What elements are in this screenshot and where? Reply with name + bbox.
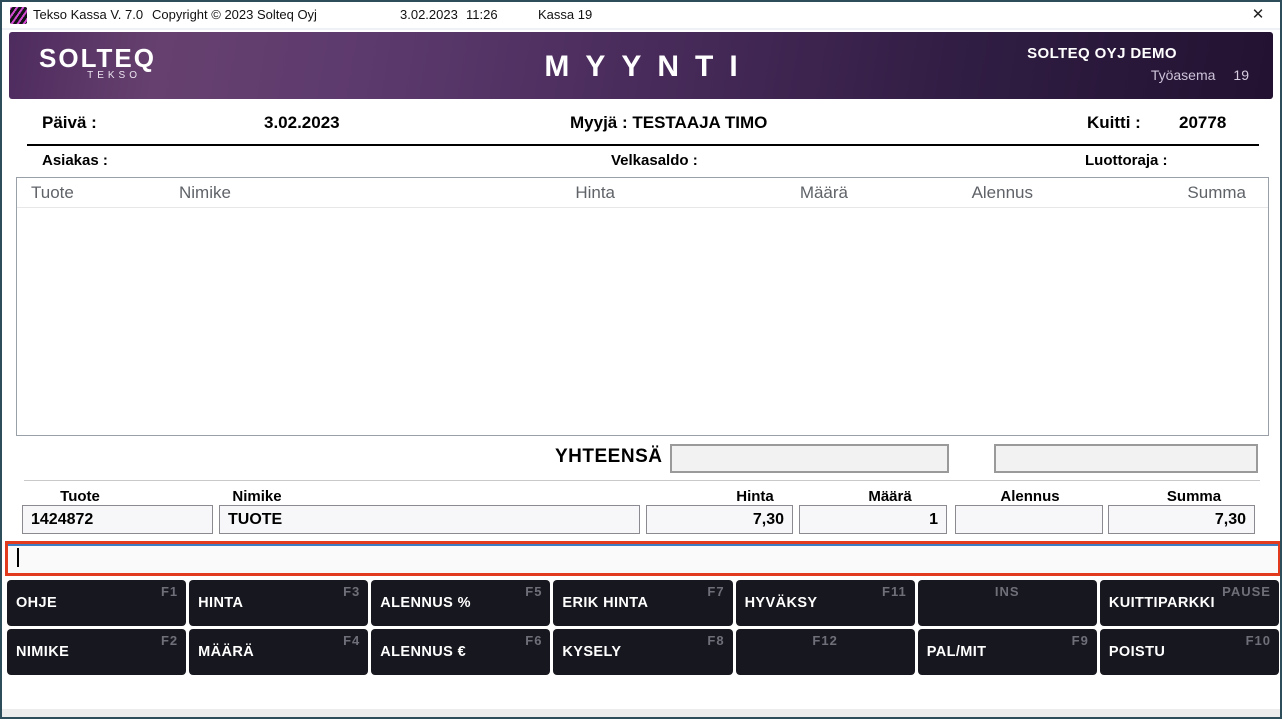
discount-field[interactable] <box>955 505 1103 534</box>
fkey-shortcut: F10 <box>1246 633 1271 648</box>
fkey-label: HINTA <box>198 595 243 611</box>
fkey-shortcut: F12 <box>812 633 837 648</box>
workstation-value: 19 <box>1233 67 1249 83</box>
fkey-maara[interactable]: MÄÄRÄ F4 <box>189 629 368 675</box>
fkey-shortcut: PAUSE <box>1222 584 1271 599</box>
table-header-divider <box>17 207 1268 208</box>
entry-label-maara: Määrä <box>868 488 911 505</box>
entry-label-nimike: Nimike <box>232 488 281 505</box>
date-value: 3.02.2023 <box>264 113 340 133</box>
close-icon[interactable]: ✕ <box>1244 2 1272 28</box>
product-code-field[interactable]: 1424872 <box>22 505 213 534</box>
fkey-shortcut: INS <box>995 584 1020 599</box>
fkey-label: HYVÄKSY <box>745 595 818 611</box>
separator-line-light <box>24 480 1260 481</box>
total-secondary-field <box>994 444 1258 473</box>
fkey-nimike[interactable]: NIMIKE F2 <box>7 629 186 675</box>
fkey-label: ALENNUS € <box>380 644 466 660</box>
entry-label-tuote: Tuote <box>60 488 100 505</box>
fkey-label: KUITTIPARKKI <box>1109 595 1215 611</box>
text-caret <box>17 548 19 567</box>
entry-label-summa: Summa <box>1167 488 1221 505</box>
fkey-shortcut: F7 <box>707 584 724 599</box>
fkey-label: ALENNUS % <box>380 595 471 611</box>
entry-label-hinta: Hinta <box>736 488 774 505</box>
fkey-erik-hinta[interactable]: ERIK HINTA F7 <box>553 580 732 626</box>
fkey-pal-mit[interactable]: PAL/MIT F9 <box>918 629 1097 675</box>
fkey-shortcut: F8 <box>707 633 724 648</box>
quantity-field[interactable]: 1 <box>799 505 947 534</box>
fkey-alennus-eur[interactable]: ALENNUS € F6 <box>371 629 550 675</box>
window-title: Tekso Kassa V. 7.0 <box>33 2 143 28</box>
fkey-label: KYSELY <box>562 644 621 660</box>
copyright-text: Copyright © 2023 Solteq Oyj <box>152 2 317 28</box>
column-header-tuote: Tuote <box>31 183 74 203</box>
total-label: YHTEENSÄ <box>555 446 662 468</box>
product-name-field[interactable]: TUOTE <box>219 505 640 534</box>
seller-line: Myyjä : TESTAAJA TIMO <box>570 113 767 133</box>
column-header-maara: Määrä <box>728 183 848 203</box>
sum-field[interactable]: 7,30 <box>1108 505 1255 534</box>
debt-balance-label: Velkasaldo : <box>611 152 698 169</box>
fkey-shortcut: F2 <box>161 633 178 648</box>
receipt-number: 20778 <box>1179 113 1226 133</box>
column-header-hinta: Hinta <box>495 183 615 203</box>
app-header: SOLTEQ TEKSO MYYNTI SOLTEQ OYJ DEMO Työa… <box>9 32 1273 99</box>
company-name: SOLTEQ OYJ DEMO <box>1027 45 1249 62</box>
fkey-label: OHJE <box>16 595 57 611</box>
fkey-ins-unassigned[interactable]: INS <box>918 580 1097 626</box>
fkey-f12-unassigned[interactable]: F12 <box>736 629 915 675</box>
workstation-label: Työasema <box>1151 67 1216 83</box>
fkey-shortcut: F6 <box>525 633 542 648</box>
fkey-label: PAL/MIT <box>927 644 987 660</box>
fkey-label: MÄÄRÄ <box>198 644 254 660</box>
fkey-ohje[interactable]: OHJE F1 <box>7 580 186 626</box>
entry-label-alennus: Alennus <box>1000 488 1059 505</box>
fkey-shortcut: F9 <box>1072 633 1089 648</box>
fkey-alennus-pct[interactable]: ALENNUS % F5 <box>371 580 550 626</box>
price-field[interactable]: 7,30 <box>646 505 793 534</box>
fkey-shortcut: F5 <box>525 584 542 599</box>
function-key-grid: OHJE F1 HINTA F3 ALENNUS % F5 ERIK HINTA… <box>7 580 1279 675</box>
receipt-items-table: Tuote Nimike Hinta Määrä Alennus Summa <box>16 177 1269 436</box>
fkey-kysely[interactable]: KYSELY F8 <box>553 629 732 675</box>
titlebar-date: 3.02.2023 <box>400 2 458 28</box>
fkey-hinta[interactable]: HINTA F3 <box>189 580 368 626</box>
column-header-summa: Summa <box>1112 183 1246 203</box>
receipt-label: Kuitti : <box>1087 113 1141 133</box>
titlebar-time: 11:26 <box>466 2 498 28</box>
app-window: Tekso Kassa V. 7.0 Copyright © 2023 Solt… <box>0 0 1282 719</box>
command-input[interactable] <box>5 541 1281 576</box>
app-icon <box>10 7 27 24</box>
command-input-inner <box>8 544 1278 573</box>
date-label: Päivä : <box>42 113 97 133</box>
header-right: SOLTEQ OYJ DEMO Työasema 19 <box>1027 45 1249 83</box>
column-header-alennus: Alennus <box>899 183 1033 203</box>
register-number: Kassa 19 <box>538 2 592 28</box>
fkey-shortcut: F4 <box>343 633 360 648</box>
customer-label: Asiakas : <box>42 152 108 169</box>
credit-limit-label: Luottoraja : <box>1085 152 1168 169</box>
fkey-hyvaksy[interactable]: HYVÄKSY F11 <box>736 580 915 626</box>
fkey-label: ERIK HINTA <box>562 595 648 611</box>
fkey-poistu[interactable]: POISTU F10 <box>1100 629 1279 675</box>
fkey-label: NIMIKE <box>16 644 69 660</box>
workstation-line: Työasema 19 <box>1027 67 1249 83</box>
bottom-strip <box>2 709 1280 717</box>
title-bar: Tekso Kassa V. 7.0 Copyright © 2023 Solt… <box>2 2 1280 30</box>
total-amount-field <box>670 444 949 473</box>
fkey-shortcut: F3 <box>343 584 360 599</box>
fkey-shortcut: F11 <box>882 584 907 599</box>
fkey-kuittiparkki[interactable]: KUITTIPARKKI PAUSE <box>1100 580 1279 626</box>
fkey-shortcut: F1 <box>161 584 178 599</box>
separator-line <box>27 144 1259 146</box>
fkey-label: POISTU <box>1109 644 1165 660</box>
column-header-nimike: Nimike <box>179 183 231 203</box>
